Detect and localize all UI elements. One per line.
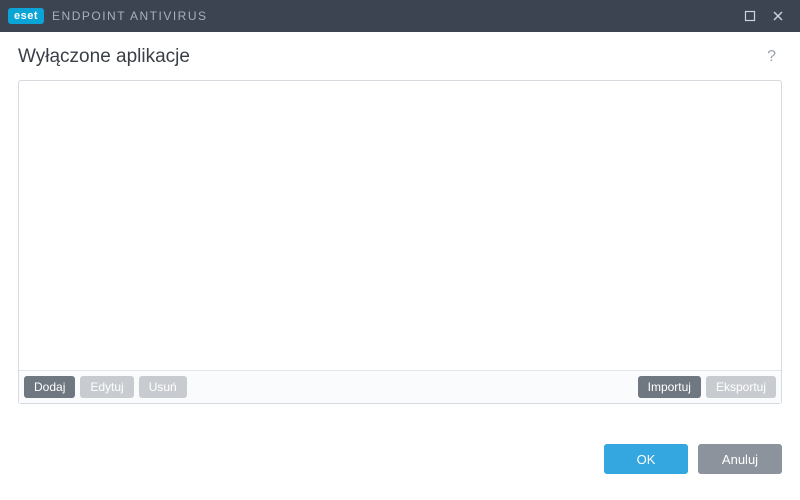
titlebar: eset ENDPOINT ANTIVIRUS <box>0 0 800 32</box>
excluded-apps-panel: Dodaj Edytuj Usuń Importuj Eksportuj <box>18 80 782 404</box>
maximize-button[interactable] <box>736 2 764 30</box>
close-button[interactable] <box>764 2 792 30</box>
header-row: Wyłączone aplikacje ? <box>18 46 782 68</box>
maximize-icon <box>744 10 756 22</box>
brand-badge: eset <box>8 8 44 24</box>
edit-button: Edytuj <box>80 376 133 398</box>
excluded-apps-list[interactable] <box>19 81 781 371</box>
list-toolbar: Dodaj Edytuj Usuń Importuj Eksportuj <box>19 371 781 403</box>
import-button[interactable]: Importuj <box>638 376 701 398</box>
page-title: Wyłączone aplikacje <box>18 46 761 68</box>
close-icon <box>772 10 784 22</box>
ok-button[interactable]: OK <box>604 444 688 474</box>
dialog-footer: OK Anuluj <box>0 414 800 488</box>
add-button[interactable]: Dodaj <box>24 376 75 398</box>
product-name: ENDPOINT ANTIVIRUS <box>52 9 207 23</box>
cancel-button[interactable]: Anuluj <box>698 444 782 474</box>
delete-button: Usuń <box>139 376 187 398</box>
help-icon[interactable]: ? <box>761 46 782 68</box>
content-area: Wyłączone aplikacje ? Dodaj Edytuj Usuń … <box>0 32 800 414</box>
export-button: Eksportuj <box>706 376 776 398</box>
